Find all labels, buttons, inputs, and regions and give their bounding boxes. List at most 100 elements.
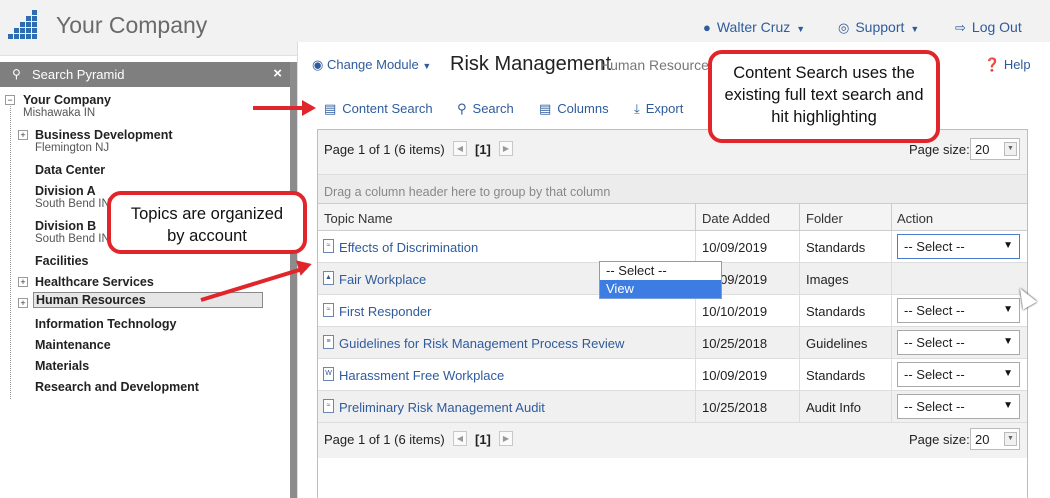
column-divider [891, 263, 892, 295]
expand-icon[interactable]: + [18, 298, 28, 308]
tree-item-research-and-development[interactable]: Research and Development [35, 380, 199, 394]
page-size-select[interactable]: 20 ▼ [970, 428, 1020, 450]
page-title: Risk Management [450, 53, 612, 75]
help-link[interactable]: ❓ Help [984, 57, 1031, 73]
export-button[interactable]: ⤓ Export [634, 101, 683, 117]
table-row: W Harassment Free Workplace 10/09/2019 S… [318, 359, 1027, 391]
next-page-button[interactable]: ▶ [499, 141, 513, 156]
columns-button[interactable]: ▤ Columns [539, 101, 609, 117]
column-header-action[interactable]: Action [897, 211, 933, 226]
prev-page-button[interactable]: ◀ [453, 141, 467, 156]
action-select[interactable]: -- Select -- ▼ [897, 234, 1020, 259]
column-divider [799, 359, 800, 391]
tree-item-label: Data Center [35, 163, 106, 177]
topic-link[interactable]: Harassment Free Workplace [339, 368, 504, 383]
column-divider [891, 231, 892, 263]
sidebar-search-header[interactable]: ⚲ Search Pyramid × [0, 62, 290, 87]
topic-link[interactable]: Preliminary Risk Management Audit [339, 400, 545, 415]
collapse-icon[interactable]: − [5, 95, 15, 105]
tree-line [10, 99, 11, 399]
folder-cell: Guidelines [806, 336, 868, 351]
folder-cell: Standards [806, 368, 866, 383]
content-search-button[interactable]: ▤ Content Search [324, 101, 433, 117]
column-divider [891, 295, 892, 327]
support-menu[interactable]: ◎ Support ▼ [838, 19, 919, 36]
date-cell: 10/09/2019 [702, 240, 768, 255]
dropdown-option-select[interactable]: -- Select -- [600, 262, 721, 280]
action-select[interactable]: -- Select -- ▼ [897, 394, 1020, 419]
callout-arrow [253, 106, 305, 110]
user-menu[interactable]: ● Walter Cruz ▼ [703, 19, 805, 35]
grid-header: Topic Name Date Added Folder Action [318, 203, 1027, 231]
tree-item-label: Facilities [35, 254, 89, 268]
tree-item-your-company[interactable]: Your Company Mishawaka IN [23, 93, 111, 119]
doc-icon: ≡ [323, 335, 334, 349]
page-number[interactable]: [1] [475, 432, 491, 447]
column-header-folder[interactable]: Folder [806, 211, 843, 226]
expand-icon[interactable]: + [18, 130, 28, 140]
page-number[interactable]: [1] [475, 142, 491, 157]
topic-link[interactable]: First Responder [339, 304, 431, 319]
prev-page-button[interactable]: ◀ [453, 431, 467, 446]
page-subtitle: Human Resources [600, 57, 716, 73]
column-divider [891, 204, 892, 231]
support-label: Support [855, 19, 905, 35]
topic-link[interactable]: Guidelines for Risk Management Process R… [339, 336, 624, 351]
tree-item-information-technology[interactable]: Information Technology [35, 317, 176, 331]
tree-item-label: Maintenance [35, 338, 111, 352]
column-header-date[interactable]: Date Added [702, 211, 770, 226]
page-size-label: Page size: [909, 432, 970, 447]
tree-item-label: Your Company [23, 93, 111, 107]
tree-item-materials[interactable]: Materials [35, 359, 89, 373]
tree-item-division-a[interactable]: Division A South Bend IN [35, 184, 110, 210]
company-logo-icon [8, 10, 42, 42]
date-cell: 10/25/2018 [702, 336, 768, 351]
user-name: Walter Cruz [716, 19, 791, 35]
group-panel[interactable]: Drag a column header here to group by th… [318, 174, 1027, 203]
page-size-select[interactable]: 20 ▼ [970, 138, 1020, 160]
account-tree: − Your Company Mishawaka IN + Business De… [0, 87, 290, 498]
callout-content-search: Content Search uses the existing full te… [708, 50, 940, 143]
chevron-down-icon: ▼ [1004, 142, 1017, 156]
topic-link[interactable]: Effects of Discrimination [339, 240, 478, 255]
logout-link[interactable]: ⇨ Log Out [955, 19, 1022, 36]
change-module-menu[interactable]: ◉ Change Module ▼ [312, 57, 431, 73]
date-cell: 10/09/2019 [702, 368, 768, 383]
sidebar-search-label: Search Pyramid [32, 67, 125, 82]
column-header-topic[interactable]: Topic Name [324, 211, 393, 226]
sidebar-scrollbar[interactable] [290, 62, 297, 498]
book-icon: ▤ [324, 101, 337, 116]
action-select[interactable]: -- Select -- ▼ [897, 298, 1020, 323]
folder-cell: Images [806, 272, 849, 287]
tree-item-division-b[interactable]: Division B South Bend IN [35, 219, 110, 245]
close-icon[interactable]: × [273, 65, 282, 82]
dropdown-option-view[interactable]: View [600, 280, 721, 298]
search-icon: ⚲ [457, 101, 467, 116]
pdf-icon: ≈ [323, 399, 334, 413]
tree-item-location: South Bend IN [35, 233, 110, 245]
tree-item-healthcare-services[interactable]: Healthcare Services [35, 275, 154, 289]
date-cell: 10/10/2019 [702, 304, 768, 319]
export-label: Export [645, 101, 684, 116]
column-divider [695, 391, 696, 423]
logout-icon: ⇨ [955, 20, 966, 35]
tree-item-human-resources[interactable]: Human Resources [33, 292, 263, 308]
tree-item-data-center[interactable]: Data Center [35, 163, 105, 177]
action-select[interactable]: -- Select -- ▼ [897, 330, 1020, 355]
tree-item-label: Human Resources [36, 293, 146, 307]
table-row: ≈ Effects of Discrimination 10/09/2019 S… [318, 231, 1027, 263]
action-dropdown-list: -- Select -- View [599, 261, 722, 299]
expand-icon[interactable]: + [18, 277, 28, 287]
topic-link[interactable]: Fair Workplace [339, 272, 426, 287]
tree-item-label: Division B [35, 219, 97, 233]
next-page-button[interactable]: ▶ [499, 431, 513, 446]
action-select[interactable]: -- Select -- ▼ [897, 362, 1020, 387]
tree-item-maintenance[interactable]: Maintenance [35, 338, 111, 352]
action-select-value: -- Select -- [904, 239, 965, 254]
tree-item-business-development[interactable]: Business Development Flemington NJ [35, 128, 173, 154]
search-button[interactable]: ⚲ Search [457, 101, 514, 117]
tree-item-label: Business Development [35, 128, 173, 142]
page-size-label: Page size: [909, 142, 970, 157]
tree-item-facilities[interactable]: Facilities [35, 254, 89, 268]
tree-item-location: Flemington NJ [35, 142, 110, 154]
